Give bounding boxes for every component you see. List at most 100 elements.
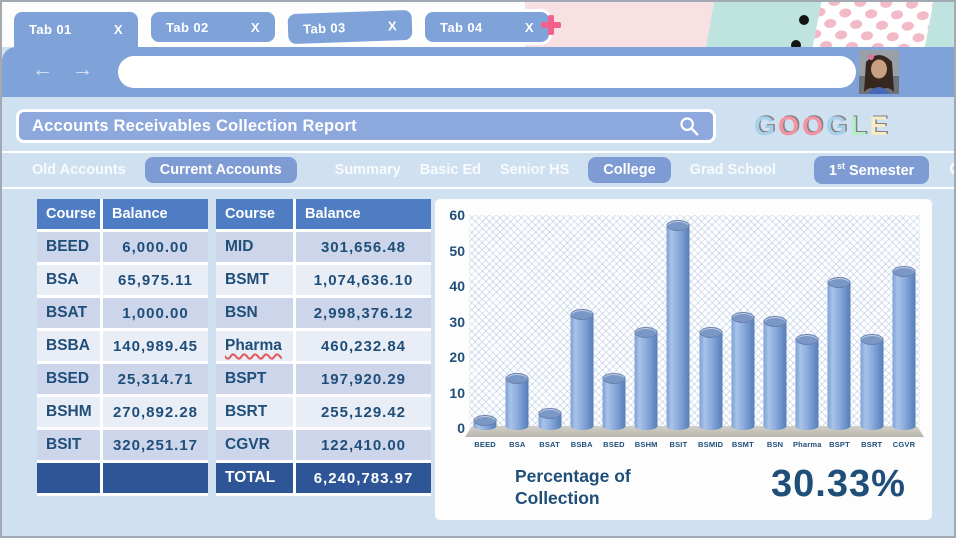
course-cell: BSIT bbox=[37, 430, 103, 463]
avatar-photo bbox=[859, 50, 899, 94]
column-header: Course bbox=[216, 199, 296, 232]
tabstrip-decoration bbox=[525, 2, 954, 47]
tab-close-icon x-icon[interactable]: X bbox=[114, 22, 123, 37]
column-header: Balance bbox=[103, 199, 208, 232]
x-tick-label: BSED bbox=[603, 440, 625, 449]
course-cell: BSED bbox=[37, 364, 103, 397]
logo-letter: E bbox=[869, 110, 891, 141]
x-tick-label: BSAT bbox=[539, 440, 560, 449]
tab-close-icon x-icon[interactable]: X bbox=[388, 18, 398, 33]
bar-bsit bbox=[666, 220, 690, 430]
x-tick-label: CGVR bbox=[892, 440, 916, 449]
collection-summary: Percentage of Collection 30.33% bbox=[443, 463, 920, 510]
bar-bsmid bbox=[699, 326, 723, 430]
tab-label: Tab 01 bbox=[29, 22, 72, 37]
filter-college[interactable]: College bbox=[588, 157, 671, 183]
balance-cell: 1,074,636.10 bbox=[296, 265, 431, 298]
course-cell: BSA bbox=[37, 265, 103, 298]
course-cell: BSBA bbox=[37, 331, 103, 364]
tab-label: Tab 02 bbox=[166, 19, 209, 35]
total-label-cell: TOTAL bbox=[216, 463, 296, 496]
tab-close-icon x-icon[interactable]: X bbox=[525, 20, 534, 35]
new-tab-button plus-icon[interactable] bbox=[541, 15, 561, 35]
course-cell: MID bbox=[216, 232, 296, 265]
plot-area bbox=[465, 215, 924, 437]
x-tick-label: BSRT bbox=[861, 440, 883, 449]
filter-1st-semester[interactable]: 1st Semester bbox=[813, 156, 930, 184]
forward-button arrow-right-icon[interactable]: → bbox=[72, 58, 93, 82]
filter-basic-ed[interactable]: Basic Ed bbox=[420, 162, 481, 178]
balance-table-right: Course Balance MID 301,656.48 BSMT 1,074,636.… bbox=[216, 199, 431, 520]
logo-letter: O bbox=[802, 110, 827, 141]
filter-old-accounts[interactable]: Old Accounts bbox=[32, 162, 126, 178]
page-content: Accounts Receivables Collection Report G… bbox=[2, 97, 954, 536]
total-value-cell: 6,240,783.97 bbox=[296, 463, 431, 496]
address-bar[interactable] bbox=[118, 56, 856, 88]
bar-cgvr bbox=[892, 266, 916, 430]
empty-footer-cell bbox=[37, 463, 103, 496]
tab-list: Tab 01 X Tab 02 X Tab 03 X Tab 04 X bbox=[11, 2, 552, 48]
black-dot bbox=[791, 40, 801, 47]
balance-cell: 301,656.48 bbox=[296, 232, 431, 265]
balance-table-left: Course Balance BEED 6,000.00 BSA 65,975.11 BSA… bbox=[37, 199, 208, 520]
filter-current-accounts[interactable]: Current Accounts bbox=[144, 157, 297, 183]
y-tick-label: 40 bbox=[449, 278, 465, 294]
x-axis: BEED BSA BSAT BSBA BSED BSHM BSIT BSMID BSMT BSN P… bbox=[469, 440, 920, 449]
y-tick-label: 0 bbox=[457, 420, 465, 436]
tab-tab-03[interactable]: Tab 03 X bbox=[284, 6, 416, 48]
bar-bsa bbox=[505, 372, 529, 430]
search-icon magnifier-icon[interactable] bbox=[678, 115, 700, 137]
report-title: Accounts Receivables Collection Report bbox=[32, 116, 357, 135]
course-cell: BSPT bbox=[216, 364, 296, 397]
course-cell: BSAT bbox=[37, 298, 103, 331]
tab-tab-01[interactable]: Tab 01 X bbox=[11, 9, 141, 47]
balance-cell: 460,232.84 bbox=[296, 331, 431, 364]
google-logo: GOOGLE bbox=[754, 111, 891, 142]
filter-search-icon magnifier-icon[interactable] bbox=[948, 160, 954, 180]
y-tick-label: 20 bbox=[449, 349, 465, 365]
bar-bsed bbox=[602, 372, 626, 430]
bar-bsba bbox=[570, 308, 594, 430]
y-tick-label: 60 bbox=[449, 207, 465, 223]
browser-window: Tab 01 X Tab 02 X Tab 03 X Tab 04 X ← → Account… bbox=[0, 0, 956, 538]
x-tick-label: BSMID bbox=[698, 440, 724, 449]
chart-panel: 0 10 20 30 40 50 60 BEED BSA BSAT BSBA BSED BSHM BSI… bbox=[435, 199, 932, 520]
filter-summary[interactable]: Summary bbox=[335, 162, 401, 178]
balance-cell: 122,410.00 bbox=[296, 430, 431, 463]
x-tick-label: BSPT bbox=[829, 440, 850, 449]
x-tick-label: BEED bbox=[474, 440, 496, 449]
balance-cell: 25,314.71 bbox=[103, 364, 208, 397]
filter-senior-hs[interactable]: Senior HS bbox=[500, 162, 569, 178]
balance-cell: 65,975.11 bbox=[103, 265, 208, 298]
browser-navbar: ← → bbox=[2, 47, 954, 97]
logo-letter: L bbox=[850, 110, 870, 141]
profile-avatar[interactable] bbox=[859, 50, 899, 94]
empty-footer-cell bbox=[103, 463, 208, 496]
filter-bar: Old Accounts Current Accounts Summary Basic… bbox=[2, 151, 954, 189]
tab-tab-04[interactable]: Tab 04 X bbox=[422, 9, 552, 45]
bar-bsmt bbox=[731, 312, 755, 430]
course-cell: BSN bbox=[216, 298, 296, 331]
report-search-bar[interactable]: Accounts Receivables Collection Report bbox=[16, 109, 716, 143]
balance-cell: 140,989.45 bbox=[103, 331, 208, 364]
x-tick-label: BSIT bbox=[669, 440, 688, 449]
course-cell: Pharma bbox=[216, 331, 296, 364]
tab-close-icon x-icon[interactable]: X bbox=[251, 20, 260, 35]
course-cell: BSRT bbox=[216, 397, 296, 430]
tab-tab-02[interactable]: Tab 02 X bbox=[148, 9, 278, 45]
bar-bsrt bbox=[860, 333, 884, 430]
filter-grad-school[interactable]: Grad School bbox=[690, 162, 776, 178]
bar-chart: 0 10 20 30 40 50 60 bbox=[443, 207, 924, 437]
course-cell: BSMT bbox=[216, 265, 296, 298]
title-row: Accounts Receivables Collection Report G… bbox=[2, 97, 954, 149]
bar-pharma bbox=[795, 333, 819, 430]
balance-cell: 6,000.00 bbox=[103, 232, 208, 265]
x-tick-label: BSA bbox=[509, 440, 526, 449]
tab-label: Tab 03 bbox=[302, 19, 346, 37]
bar-bshm bbox=[634, 326, 658, 430]
back-button arrow-left-icon[interactable]: ← bbox=[32, 58, 53, 82]
column-header: Balance bbox=[296, 199, 431, 232]
balance-cell: 2,998,376.12 bbox=[296, 298, 431, 331]
summary-value: 30.33% bbox=[771, 463, 906, 505]
bar-bspt bbox=[827, 276, 851, 430]
